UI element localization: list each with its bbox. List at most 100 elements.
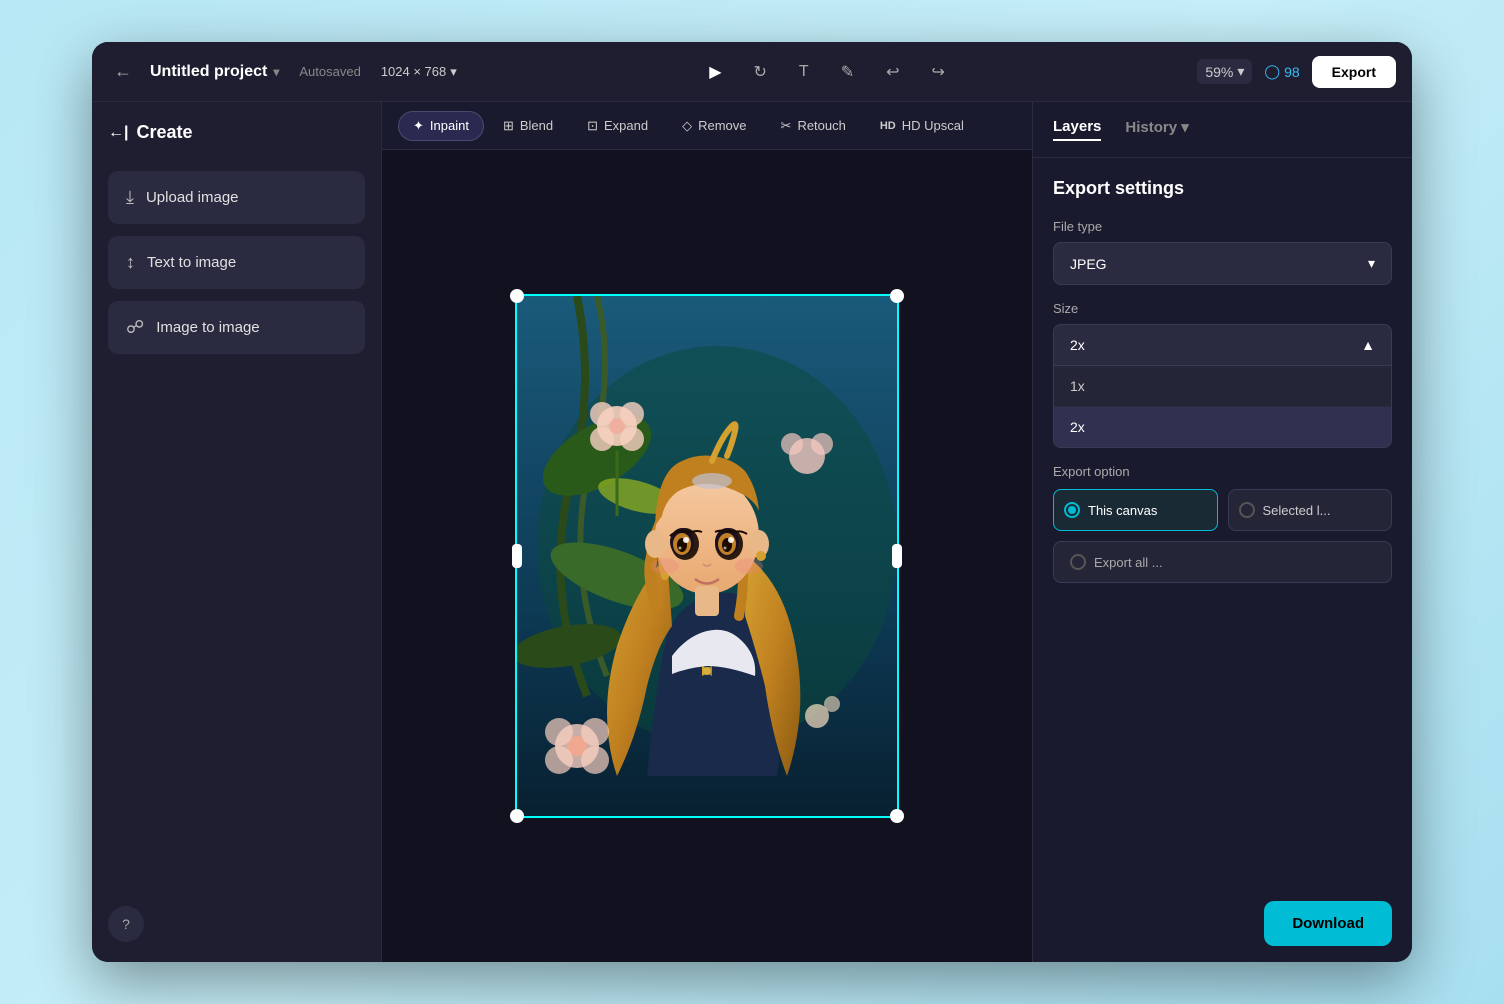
remove-label: Remove [698,118,746,133]
right-panel: Layers History ▾ Export settings File ty… [1032,102,1412,962]
handle-top-right[interactable] [890,289,904,303]
size-dropdown-options: 1x 2x [1053,366,1392,448]
upload-icon: ⤓ [126,187,134,208]
zoom-control[interactable]: 59% ▾ [1197,59,1252,84]
size-value: 2x [1070,337,1085,353]
autosaved-label: Autosaved [299,64,360,79]
inpaint-label: Inpaint [430,118,469,133]
main-content: ←| Create ⤓ Upload image ↕ Text to image… [92,102,1412,962]
history-label: History [1125,119,1177,136]
retouch-icon: ✂ [781,118,792,134]
credits-display: ◯ 98 [1264,63,1299,80]
canvas-size-value: 1024 × 768 [381,64,446,79]
selected-label: Selected l... [1263,503,1331,518]
export-settings-panel: Export settings File type JPEG ▾ Size 2x… [1033,158,1412,885]
file-type-select[interactable]: JPEG ▾ [1053,242,1392,285]
expand-icon: ⊡ [587,118,598,134]
app-window: ← Untitled project ▾ Autosaved 1024 × 76… [92,42,1412,962]
select-tool-icon[interactable]: ▶ [703,56,727,88]
credits-icon: ◯ [1264,63,1280,80]
project-name-button[interactable]: Untitled project ▾ [150,63,279,81]
rotate-tool-icon[interactable]: ↻ [748,56,773,88]
export-all-button[interactable]: Export all ... [1053,541,1392,583]
upscal-icon: HD [880,120,896,132]
tab-upscal[interactable]: HD HD Upscal [865,111,979,140]
size-chevron-icon: ▲ [1361,337,1375,353]
tab-history[interactable]: History ▾ [1125,118,1188,142]
canvas-image [517,296,897,816]
file-type-chevron-icon: ▾ [1368,255,1375,272]
create-label: Create [136,122,192,143]
export-this-canvas-btn[interactable]: This canvas [1053,489,1218,531]
handle-top-left[interactable] [510,289,524,303]
tab-expand[interactable]: ⊡ Expand [572,111,663,141]
image-to-image-icon: ☍ [126,317,144,338]
file-type-value: JPEG [1070,256,1107,272]
upload-image-label: Upload image [146,189,239,206]
text-to-image-button[interactable]: ↕ Text to image [108,236,365,289]
pen-tool-icon[interactable]: ✎ [835,56,860,88]
inpaint-icon: ✦ [413,118,424,134]
size-option-1x[interactable]: 1x [1054,366,1391,406]
zoom-chevron-icon: ▾ [1237,63,1244,80]
help-icon: ? [122,916,130,932]
tools-bar: ✦ Inpaint ⊞ Blend ⊡ Expand ◇ Remove ✂ [382,102,1032,150]
this-canvas-label: This canvas [1088,503,1157,518]
retouch-label: Retouch [797,118,845,133]
tab-remove[interactable]: ◇ Remove [667,111,761,141]
canvas-area: ✦ Inpaint ⊞ Blend ⊡ Expand ◇ Remove ✂ [382,102,1032,962]
this-canvas-radio [1064,502,1080,518]
project-chevron-icon: ▾ [273,65,279,79]
remove-icon: ◇ [682,118,692,134]
redo-icon[interactable]: ↪ [926,56,951,88]
undo-icon[interactable]: ↩ [880,56,905,88]
blend-label: Blend [520,118,553,133]
left-sidebar: ←| Create ⤓ Upload image ↕ Text to image… [92,102,382,962]
back-button[interactable]: ← [108,55,138,88]
file-type-label: File type [1053,219,1392,234]
text-to-image-label: Text to image [147,254,236,271]
help-button[interactable]: ? [108,906,144,942]
expand-label: Expand [604,118,648,133]
export-button[interactable]: Export [1312,56,1396,88]
upscal-label: HD Upscal [902,118,964,133]
canvas-size-selector[interactable]: 1024 × 768 ▾ [381,64,457,80]
create-header: ←| Create [108,122,365,143]
top-bar: ← Untitled project ▾ Autosaved 1024 × 76… [92,42,1412,102]
export-options-row: This canvas Selected l... [1053,489,1392,531]
handle-mid-right[interactable] [892,544,902,568]
image-to-image-button[interactable]: ☍ Image to image [108,301,365,354]
project-name-text: Untitled project [150,63,267,81]
export-settings-title: Export settings [1053,178,1392,199]
canvas-viewport[interactable] [382,150,1032,962]
selected-radio [1239,502,1255,518]
zoom-value: 59% [1205,64,1233,80]
export-all-label: Export all ... [1094,555,1163,570]
handle-bottom-right[interactable] [890,809,904,823]
toolbar-right: 59% ▾ ◯ 98 Export [1197,56,1396,88]
toolbar-center: ▶ ↻ T ✎ ↩ ↪ [469,56,1186,88]
tab-inpaint[interactable]: ✦ Inpaint [398,111,484,141]
export-selected-btn[interactable]: Selected l... [1228,489,1393,531]
tab-retouch[interactable]: ✂ Retouch [766,111,861,141]
tab-blend[interactable]: ⊞ Blend [488,111,568,141]
download-section: Download [1033,885,1412,962]
export-option-label: Export option [1053,464,1392,479]
size-label: Size [1053,301,1392,316]
canvas-size-chevron-icon: ▾ [450,64,457,80]
handle-mid-left[interactable] [512,544,522,568]
image-to-image-label: Image to image [156,319,259,336]
upload-image-button[interactable]: ⤓ Upload image [108,171,365,224]
image-container [517,296,897,816]
size-select[interactable]: 2x ▲ [1053,324,1392,366]
text-tool-icon[interactable]: T [793,57,815,87]
credits-value: 98 [1284,64,1300,80]
download-button[interactable]: Download [1264,901,1392,946]
panel-tabs: Layers History ▾ [1033,102,1412,158]
size-1x-label: 1x [1070,378,1085,394]
size-option-2x[interactable]: 2x [1054,406,1391,447]
blend-icon: ⊞ [503,118,514,134]
handle-bottom-left[interactable] [510,809,524,823]
tab-layers[interactable]: Layers [1053,118,1101,141]
text-to-image-icon: ↕ [126,252,135,273]
